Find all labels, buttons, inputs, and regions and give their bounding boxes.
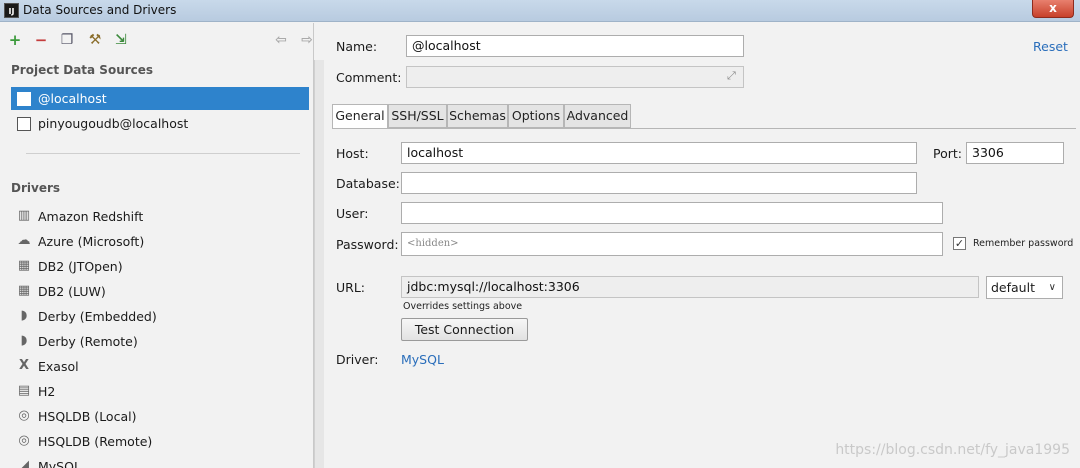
password-input[interactable]: <hidden> [401,232,943,256]
window-title: Data Sources and Drivers [23,3,177,17]
redshift-icon: ▥ [17,208,31,223]
h2-icon: ▤ [17,383,31,398]
sidebar-toolbar: + − ❐ ⚒ ⇲ ⇦ ⇨ [0,23,324,57]
forward-icon[interactable]: ⇨ [298,31,316,49]
driver-item-hsqldb-remote[interactable]: ◎ HSQLDB (Remote) [11,430,309,453]
sidebar-scrollbar[interactable] [314,60,324,468]
driver-item-amazon-redshift[interactable]: ▥ Amazon Redshift [11,205,309,228]
host-label: Host: [336,146,369,161]
driver-label: DB2 (LUW) [38,284,106,299]
port-label: Port: [933,146,962,161]
reset-link[interactable]: Reset [1033,39,1068,54]
url-input[interactable]: jdbc:mysql://localhost:3306 [401,276,979,298]
driver-link[interactable]: MySQL [401,352,444,367]
driver-item-derby-remote[interactable]: ◗ Derby (Remote) [11,330,309,353]
tab-divider [332,128,1076,129]
driver-settings-icon[interactable]: ⚒ [86,31,104,49]
host-input[interactable]: localhost [401,142,917,164]
drivers-heading: Drivers [11,181,61,195]
url-mode-value: default [991,280,1035,295]
section-divider [26,153,300,154]
db2-icon: ▦ [17,258,31,273]
port-input[interactable]: 3306 [966,142,1064,164]
watermark: https://blog.csdn.net/fy_java1995 [835,442,1070,458]
data-source-item-pinyougoudb[interactable]: pinyougoudb@localhost [11,112,309,135]
driver-label: HSQLDB (Local) [38,409,137,424]
db2-icon: ▦ [17,283,31,298]
name-input[interactable]: @localhost [406,35,744,57]
data-source-label: @localhost [38,91,107,106]
driver-item-derby-embedded[interactable]: ◗ Derby (Embedded) [11,305,309,328]
add-icon[interactable]: + [6,31,24,49]
database-input[interactable] [401,172,917,194]
derby-hat-icon: ◗ [20,333,28,348]
driver-label: HSQLDB (Remote) [38,434,153,449]
driver-item-db2-luw[interactable]: ▦ DB2 (LUW) [11,280,309,303]
driver-label: Derby (Embedded) [38,309,157,324]
tab-options[interactable]: Options [508,104,564,128]
driver-label: DB2 (JTOpen) [38,259,123,274]
database-icon [17,92,31,106]
hsqldb-icon: ◎ [18,408,30,423]
cloud-icon: ☁ [17,233,31,248]
url-note: Overrides settings above [403,301,523,312]
driver-item-h2[interactable]: ▤ H2 [11,380,309,403]
database-label: Database: [336,176,400,191]
driver-label: Driver: [336,352,379,367]
tab-advanced[interactable]: Advanced [564,104,631,128]
data-sources-sidebar: + − ❐ ⚒ ⇲ ⇦ ⇨ Project Data Sources @loca… [0,23,314,468]
driver-item-azure[interactable]: ☁ Azure (Microsoft) [11,230,309,253]
tab-ssh-ssl[interactable]: SSH/SSL [388,104,447,128]
database-icon [17,117,31,131]
test-connection-button[interactable]: Test Connection [401,318,528,341]
expand-icon[interactable]: ⤢ [727,69,736,83]
intellij-app-icon: IJ [4,3,19,18]
close-window-button[interactable]: x [1032,0,1074,18]
password-label: Password: [336,237,399,252]
driver-label: MySQL [38,459,81,468]
tab-schemas[interactable]: Schemas [447,104,508,128]
exasol-icon: X [18,358,30,373]
driver-item-db2-jtopen[interactable]: ▦ DB2 (JTOpen) [11,255,309,278]
name-label: Name: [336,39,378,54]
tab-general[interactable]: General [332,104,388,129]
project-data-sources-heading: Project Data Sources [11,63,154,77]
data-source-label: pinyougoudb@localhost [38,116,189,131]
driver-item-mysql[interactable]: ◢ MySQL [11,455,309,468]
url-mode-select[interactable]: default ∨ [986,276,1063,299]
remember-password-label: Remember password [973,238,1074,249]
comment-input[interactable] [406,66,744,88]
url-label: URL: [336,280,366,295]
duplicate-icon[interactable]: ❐ [58,31,76,49]
import-icon[interactable]: ⇲ [112,31,130,49]
derby-hat-icon: ◗ [20,308,28,323]
back-icon[interactable]: ⇦ [272,31,290,49]
driver-label: Amazon Redshift [38,209,144,224]
user-input[interactable] [401,202,943,224]
driver-label: Derby (Remote) [38,334,138,349]
title-bar: IJ Data Sources and Drivers x [0,0,1080,22]
chevron-down-icon: ∨ [1048,282,1056,293]
driver-label: Exasol [38,359,79,374]
remember-password-checkbox[interactable]: ✓ [953,237,966,250]
remove-icon[interactable]: − [32,31,50,49]
comment-label: Comment: [336,70,402,85]
user-label: User: [336,206,369,221]
driver-item-hsqldb-local[interactable]: ◎ HSQLDB (Local) [11,405,309,428]
driver-item-exasol[interactable]: X Exasol [11,355,309,378]
data-source-item-localhost[interactable]: @localhost [11,87,309,110]
hsqldb-icon: ◎ [18,433,30,448]
mysql-icon: ◢ [19,458,29,468]
driver-label: H2 [38,384,56,399]
driver-label: Azure (Microsoft) [38,234,145,249]
